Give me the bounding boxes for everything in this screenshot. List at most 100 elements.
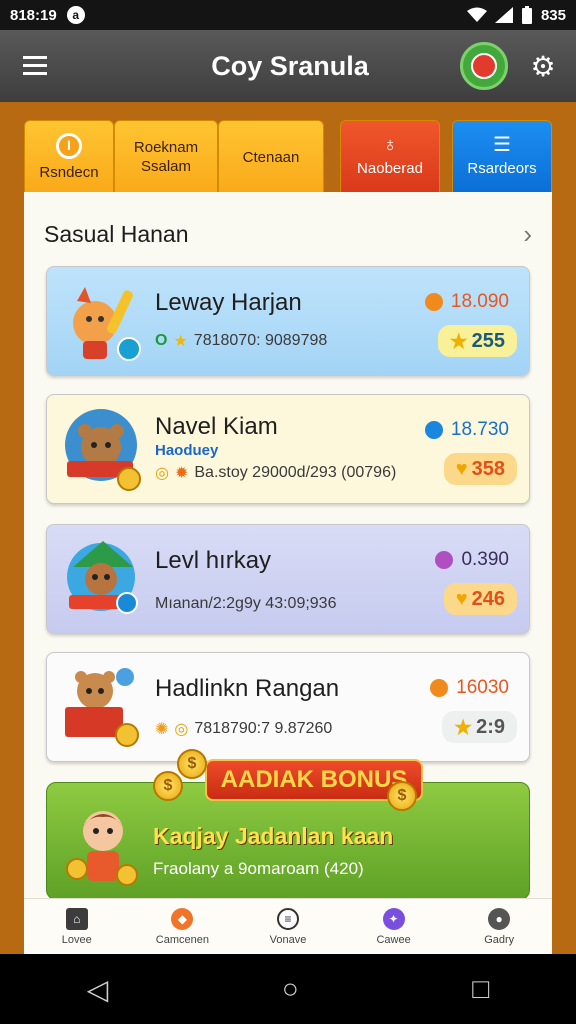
score-value: 0.390 [461, 549, 509, 570]
points-badge: ♥ 246 [443, 583, 517, 615]
tab-rsardeors[interactable]: ☰ Rsardeors [452, 120, 552, 194]
profile-avatar[interactable] [460, 42, 508, 90]
tab-label: Ctenaan [242, 148, 300, 166]
tab-label: Rsndecn [39, 163, 99, 181]
list-item[interactable]: Levl hırkay Mıanan/2:2g9y 43:09;936 0.39… [46, 524, 530, 634]
burst-icon: ✹ [174, 465, 189, 482]
menu-button[interactable] [0, 30, 70, 102]
user-icon: ● [488, 907, 511, 930]
bear-sign-character-icon [65, 668, 139, 747]
purple-dot-icon [435, 551, 454, 569]
list-item[interactable]: Navel Kiam Haoduey ◎ ✹ Ba.stoy 29000d/29… [46, 394, 530, 504]
star-icon: ★ [449, 330, 468, 353]
score: 16030 [430, 677, 509, 699]
points-badge: ★ 255 [437, 325, 517, 357]
orange-dot-icon [424, 293, 443, 311]
category-tabs: I Rsndecn Roeknam Ssalam Ctenaan ♁ Naobe… [24, 120, 552, 194]
coin-icon: $ [177, 749, 207, 779]
back-icon[interactable]: ◁ [87, 973, 109, 1006]
hamburger-icon [23, 56, 47, 75]
score: 18.730 [424, 419, 509, 441]
bonus-subtitle: Fraolany a 9omaroam (420) [153, 859, 364, 878]
section-header[interactable]: Sasual Hanan › [24, 192, 552, 276]
player-meta-row: O ★ 7818070: 9089798 [155, 331, 327, 351]
tab-naoberad[interactable]: ♁ Naoberad [340, 120, 440, 194]
player-meta: Mıanan/2:2g9y 43:09;936 [155, 595, 337, 612]
points-badge: ★ 2:9 [442, 711, 517, 743]
player-meta: 7818790:7 9.87260 [194, 720, 333, 737]
notification-icon: a [66, 6, 85, 24]
bottom-nav: ⌂ Lovee ◆ Camcenen ≡ Vonave ✦ Cawee ● Ga… [24, 898, 552, 954]
list-item[interactable]: Hadlinkn Rangan ✺ ◎ 7818790:7 9.87260 16… [46, 652, 530, 762]
coin-icon: ◎ [174, 721, 189, 738]
recents-icon[interactable]: □ [472, 973, 489, 1005]
nav-item-gadry[interactable]: ● Gadry [446, 899, 552, 954]
heart-icon: ♥ [455, 587, 468, 610]
badge-value: 358 [471, 457, 505, 480]
nav-label: Camcenen [155, 933, 209, 946]
power-icon: I [56, 132, 82, 159]
avatar-emblem-icon [471, 53, 497, 79]
player-meta-row: ✺ ◎ 7818790:7 9.87260 [155, 719, 332, 739]
app-bar: Coy Sranula ⚙ [0, 30, 576, 102]
coin-icon: ◎ [155, 465, 169, 482]
battery-percent: 835 [540, 6, 566, 24]
kid-character-icon [66, 811, 138, 886]
section-title: Sasual Hanan [44, 220, 189, 247]
app-title: Coy Sranula [211, 50, 369, 81]
nav-label: Gadry [484, 933, 515, 946]
star-icon: ★ [454, 716, 473, 739]
green-ring-icon: O [155, 332, 168, 349]
shield-icon: ◆ [171, 907, 194, 930]
tab-random[interactable]: I Rsndecn [24, 120, 114, 194]
home-circle-icon[interactable]: ○ [282, 973, 299, 1005]
wifi-icon [466, 7, 487, 22]
badge-value: 246 [471, 587, 505, 610]
tab-ctenaan[interactable]: Ctenaan [218, 120, 324, 194]
player-meta: Ba.stoy 29000d/293 (00796) [194, 464, 397, 481]
badge-value: 255 [471, 329, 505, 352]
nav-item-camcenen[interactable]: ◆ Camcenen [130, 899, 236, 954]
player-name: Leway Harjan [155, 289, 302, 316]
status-bar: 818:19 a 835 [0, 0, 576, 30]
fox-character-icon [73, 287, 141, 361]
sun-icon: ✺ [155, 721, 169, 738]
nav-item-vonave[interactable]: ≡ Vonave [235, 899, 341, 954]
monkey-character-icon [67, 541, 138, 614]
player-meta: 7818070: 9089798 [193, 332, 328, 349]
nav-label: Lovee [61, 933, 92, 946]
score: 18.090 [424, 291, 509, 313]
player-meta-row: ◎ ✹ Ba.stoy 29000d/293 (00796) [155, 463, 396, 483]
status-time: 818:19 [10, 6, 57, 24]
score-value: 16030 [456, 677, 509, 698]
coin-icon: $ [387, 781, 417, 811]
bonus-card[interactable]: AADIAK BONUS $ $ $ Kaqjay Jadanlan kaan … [46, 749, 530, 900]
nav-item-cawee[interactable]: ✦ Cawee [341, 899, 447, 954]
list-item[interactable]: Leway Harjan O ★ 7818070: 9089798 18.090… [46, 266, 530, 376]
player-name: Navel Kiam [155, 413, 278, 440]
bag-icon: ♁ [382, 134, 398, 156]
battery-icon [521, 6, 532, 24]
score-value: 18.730 [450, 419, 509, 440]
home-icon: ⌂ [65, 907, 88, 930]
gear-icon: ⚙ [530, 50, 556, 82]
player-tag: Haoduey [155, 442, 219, 459]
chat-icon: ≡ [276, 907, 299, 930]
star-icon: ★ [173, 333, 188, 350]
score-value: 18.090 [450, 291, 509, 312]
nav-label: Vonave [269, 933, 307, 946]
badge-value: 2:9 [476, 715, 505, 738]
signal-icon [494, 7, 513, 23]
heart-icon: ♥ [455, 457, 468, 480]
tab-label: Naoberad [357, 160, 423, 177]
badge-icon: ✦ [382, 907, 405, 930]
blue-dot-icon [424, 421, 443, 439]
score: 0.390 [435, 549, 509, 571]
nav-item-lovee[interactable]: ⌂ Lovee [24, 899, 130, 954]
tab-roeknam[interactable]: Roeknam Ssalam [114, 120, 218, 194]
main-panel: Sasual Hanan › Leway Harjan O ★ 7818070:… [24, 192, 552, 912]
player-name: Hadlinkn Rangan [155, 675, 340, 702]
nav-label: Cawee [376, 933, 411, 946]
settings-button[interactable]: ⚙ [518, 30, 568, 102]
points-badge: ♥ 358 [443, 453, 517, 485]
